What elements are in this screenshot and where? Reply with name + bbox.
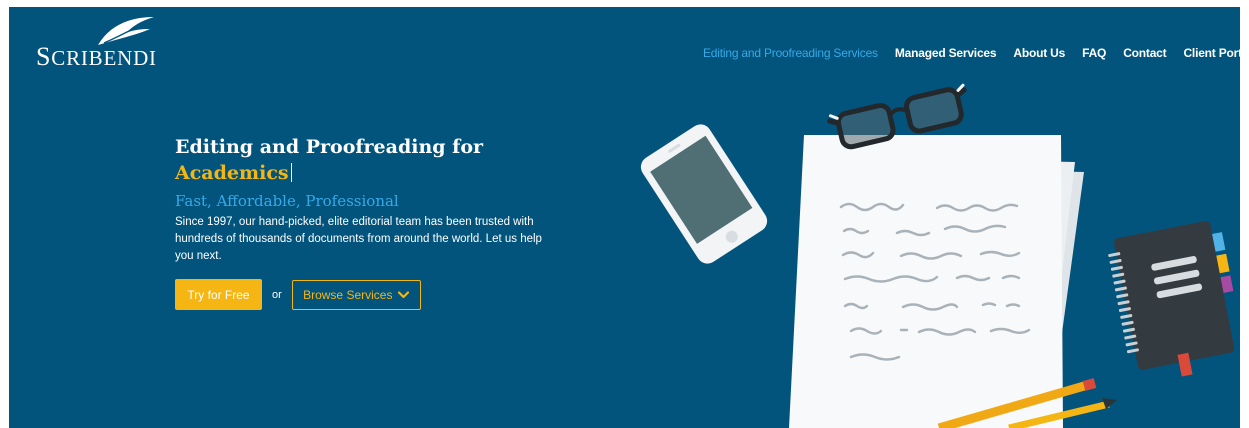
hero-illustration [640,83,1235,428]
paper-stack-illustration [789,135,1084,428]
page-frame: SCRIBENDI Editing and Proofreading Servi… [0,0,1249,428]
notebook-illustration [1108,220,1235,377]
smartphone-illustration [640,124,768,264]
hero-section: SCRIBENDI Editing and Proofreading Servi… [9,7,1240,428]
